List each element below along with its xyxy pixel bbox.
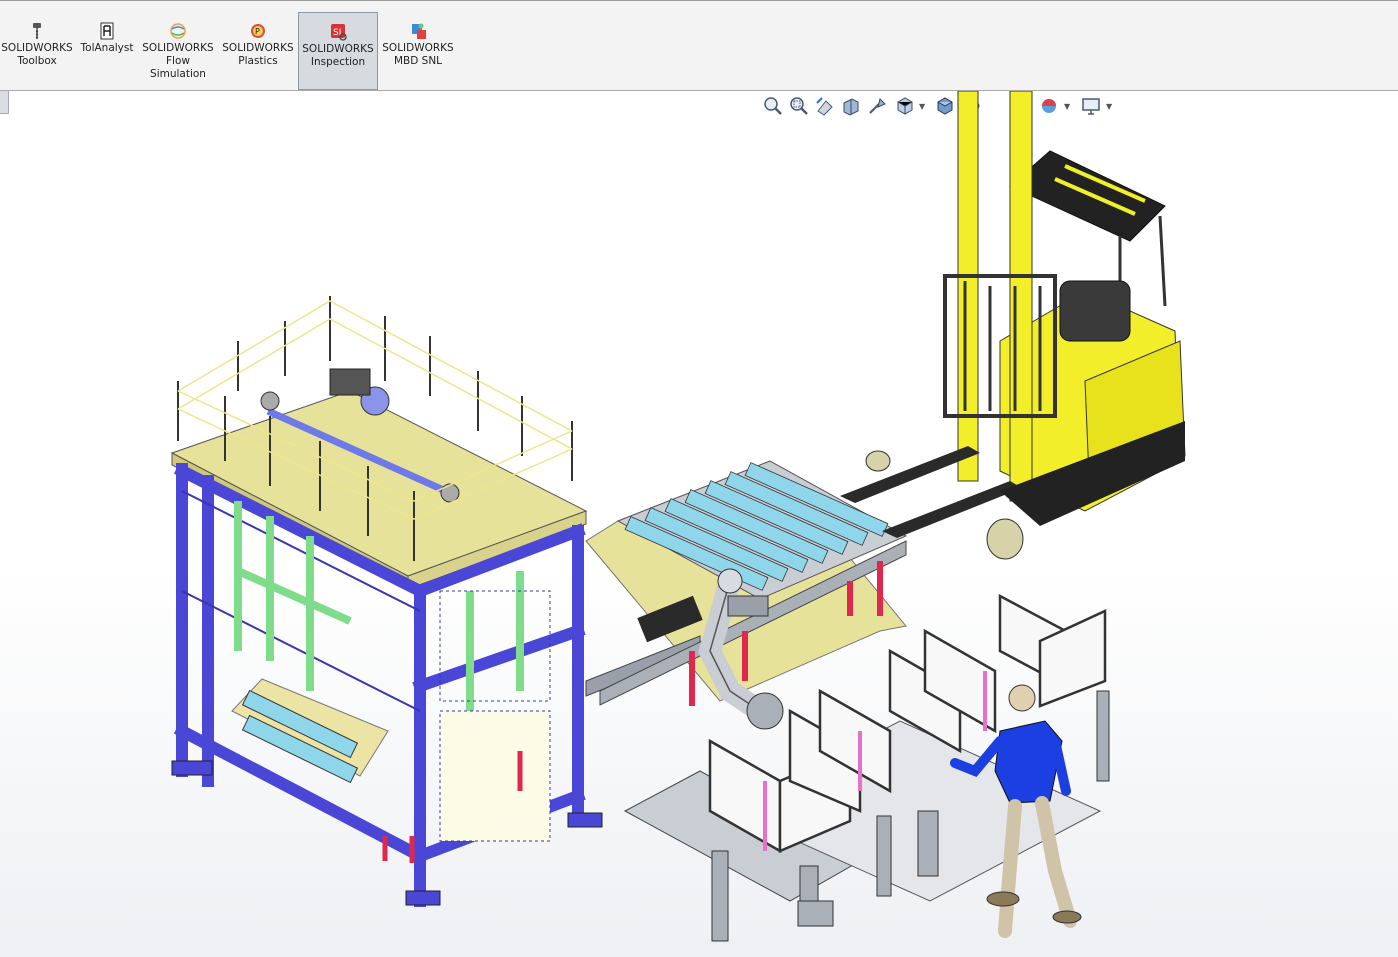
graphics-area[interactable]: ▼ ▼ ▼ (0, 91, 1398, 957)
reach-truck-forklift[interactable] (840, 91, 1186, 560)
toolbox-button[interactable]: SOLIDWORKS Toolbox (0, 12, 77, 90)
svg-text:P: P (255, 27, 260, 36)
flow-simulation-label: SOLIDWORKS Flow Simulation (142, 42, 214, 80)
flow-simulation-icon (170, 23, 186, 39)
inspection-button[interactable]: SI SOLIDWORKS Inspection (298, 12, 378, 90)
plastics-button[interactable]: P SOLIDWORKS Plastics (218, 12, 298, 90)
toolbox-label: SOLIDWORKS Toolbox (1, 42, 73, 67)
mbd-snl-icon (412, 23, 426, 39)
flow-simulation-button[interactable]: SOLIDWORKS Flow Simulation (138, 12, 218, 90)
palletizer-station[interactable] (170, 296, 603, 907)
tolanalyst-label: TolAnalyst (80, 42, 134, 54)
command-manager-ribbon: SOLIDWORKS Toolbox TolAnalyst SOLIDWORKS… (0, 0, 1398, 91)
plastics-icon: P (251, 24, 265, 38)
mbd-snl-button[interactable]: SOLIDWORKS MBD SNL (378, 12, 458, 90)
toolbox-icon (33, 23, 41, 39)
tolanalyst-button[interactable]: TolAnalyst (67, 12, 147, 90)
inspection-icon: SI (331, 24, 347, 41)
tolanalyst-icon (100, 22, 114, 40)
inspection-label: SOLIDWORKS Inspection (302, 43, 374, 68)
mbd-snl-label: SOLIDWORKS MBD SNL (382, 42, 454, 67)
plastics-label: SOLIDWORKS Plastics (222, 42, 294, 67)
assembly-model-view[interactable] (0, 91, 1398, 957)
